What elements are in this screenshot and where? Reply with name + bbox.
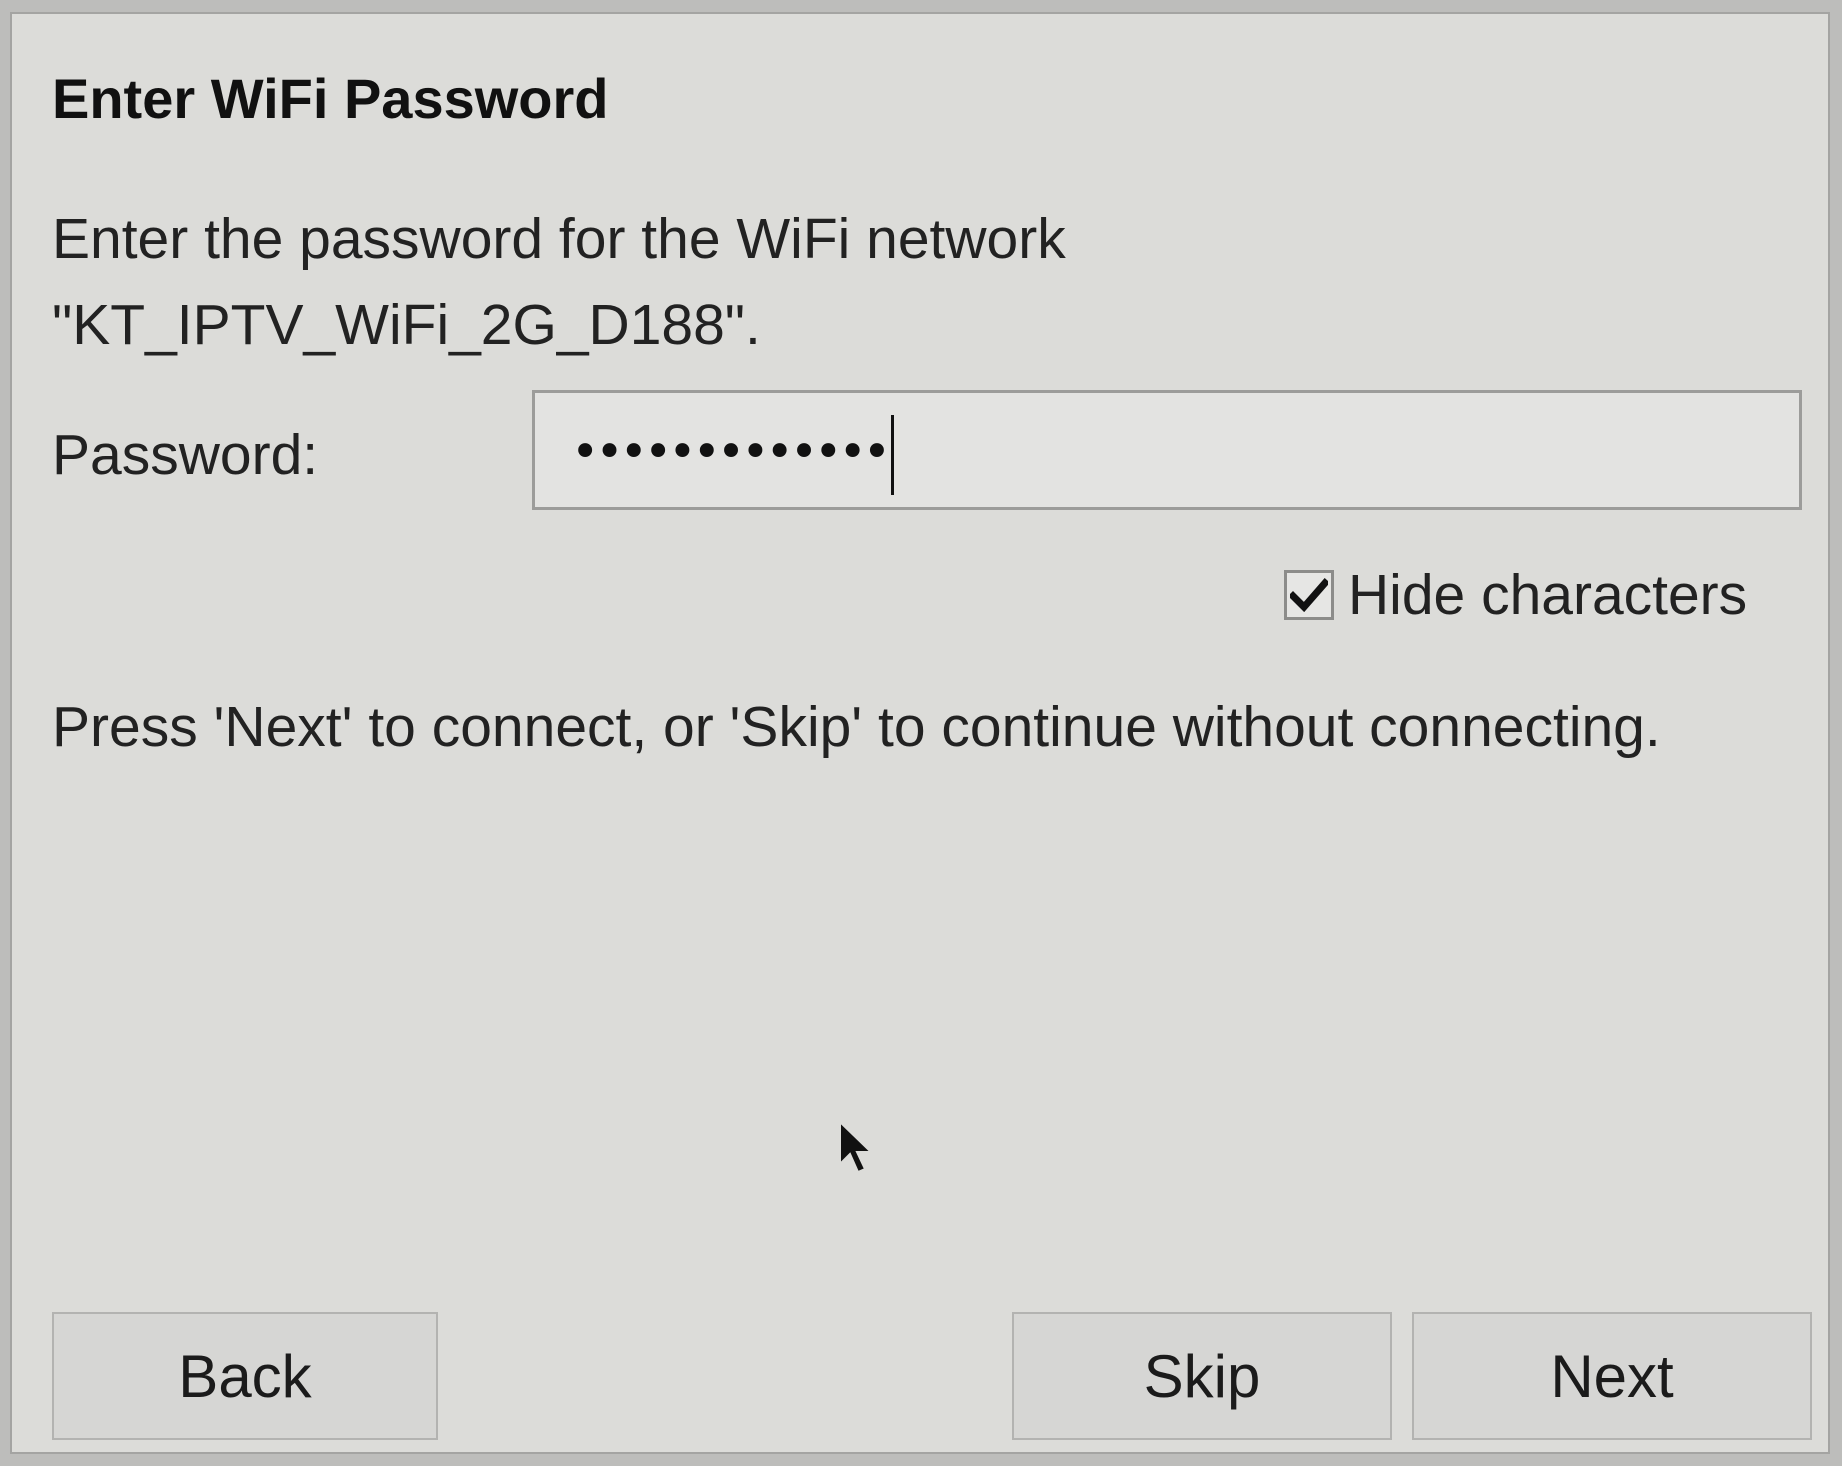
back-button[interactable]: Back [52,1312,438,1440]
dialog-title: Enter WiFi Password [52,67,609,130]
password-masked-value: ••••••••••••• [571,415,895,495]
next-button[interactable]: Next [1412,1312,1812,1440]
instructions-text: Press 'Next' to connect, or 'Skip' to co… [52,695,1661,759]
hide-characters-toggle[interactable]: Hide characters [1284,562,1747,628]
wifi-password-dialog: Enter WiFi Password Enter the password f… [10,12,1830,1454]
password-input[interactable]: ••••••••••••• [532,390,1802,510]
dialog-description: Enter the password for the WiFi network … [52,207,1066,357]
mouse-pointer-icon [839,1120,874,1174]
text-cursor [891,415,895,495]
password-label: Password: [52,423,319,487]
skip-button[interactable]: Skip [1012,1312,1392,1440]
checkmark-icon [1290,578,1328,612]
hide-characters-checkbox[interactable] [1284,570,1334,620]
password-dots: ••••••••••••• [571,424,891,480]
hide-characters-label: Hide characters [1348,563,1748,627]
